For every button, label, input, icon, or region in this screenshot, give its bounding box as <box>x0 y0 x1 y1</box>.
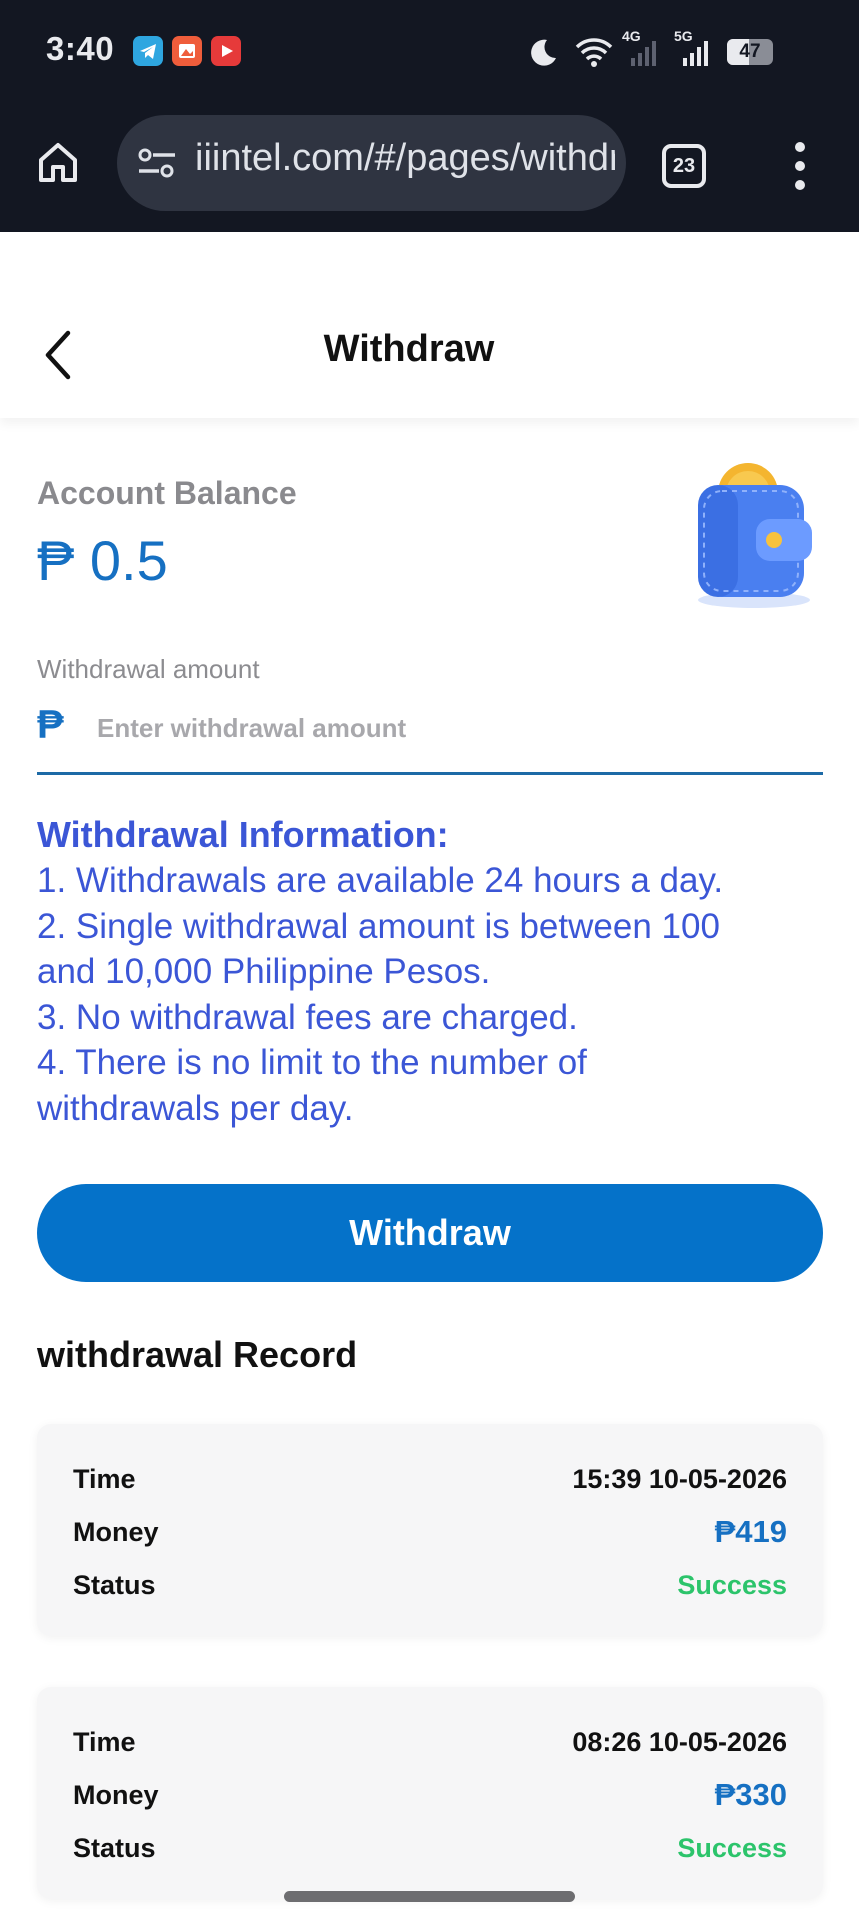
clock: 3:40 <box>46 30 115 67</box>
home-indicator[interactable] <box>284 1891 575 1902</box>
withdrawal-info: Withdrawal Information: 1. Withdrawals a… <box>37 812 827 1131</box>
wallet-icon <box>698 463 812 608</box>
record-key-money: Money <box>73 1780 159 1810</box>
input-underline <box>37 772 823 775</box>
withdrawal-amount-label: Withdrawal amount <box>37 654 260 684</box>
record-row-time: Time 08:26 10-05-2026 <box>73 1727 787 1767</box>
record-status-value: Success <box>677 1833 787 1863</box>
puzzle-app-icon <box>172 36 202 66</box>
balance-label: Account Balance <box>37 475 297 511</box>
battery-icon: 47 <box>727 39 773 65</box>
record-row-money: Money ₱419 <box>73 1514 787 1557</box>
info-line: 4. There is no limit to the number of <box>37 1043 587 1082</box>
info-line: and 10,000 Philippine Pesos. <box>37 952 491 991</box>
home-icon[interactable] <box>36 140 80 184</box>
address-bar[interactable]: iiintel.com/#/pages/withdraw <box>117 115 626 211</box>
record-key-money: Money <box>73 1517 159 1547</box>
withdrawal-record-title: withdrawal Record <box>37 1334 358 1375</box>
page-header: Withdraw <box>0 232 859 418</box>
tab-switcher-button[interactable]: 23 <box>662 144 706 188</box>
record-card: Time 08:26 10-05-2026 Money ₱330 Status … <box>37 1687 823 1899</box>
site-settings-icon[interactable] <box>137 147 177 179</box>
record-key-status: Status <box>73 1570 156 1600</box>
system-icons: 4G 5G 47 <box>519 28 819 70</box>
do-not-disturb-moon-icon <box>531 39 556 66</box>
telegram-icon <box>133 36 163 66</box>
url-text[interactable]: iiintel.com/#/pages/withdraw <box>195 137 615 180</box>
withdrawal-amount-input[interactable] <box>97 708 797 748</box>
record-money-value: ₱419 <box>714 1514 787 1549</box>
info-line: 3. No withdrawal fees are charged. <box>37 997 578 1037</box>
page-title: Withdraw <box>323 328 495 370</box>
browser-menu-icon[interactable] <box>790 142 810 190</box>
withdraw-button[interactable]: Withdraw <box>37 1184 823 1282</box>
currency-symbol: ₱ <box>37 703 64 747</box>
info-line: withdrawals per day. <box>37 1088 354 1128</box>
record-money-value: ₱330 <box>714 1777 787 1812</box>
info-line: 2. Single withdrawal amount is between 1… <box>37 906 720 946</box>
record-key-time: Time <box>73 1464 136 1494</box>
record-key-time: Time <box>73 1727 136 1757</box>
record-time-value: 08:26 10-05-2026 <box>572 1727 787 1757</box>
battery-level: 47 <box>739 41 761 62</box>
record-time-value: 15:39 10-05-2026 <box>572 1464 787 1494</box>
signal-4g-icon <box>631 41 656 66</box>
signal-5g-icon <box>683 41 708 66</box>
browser-toolbar: iiintel.com/#/pages/withdraw 23 <box>0 100 859 232</box>
youtube-icon <box>211 36 241 66</box>
info-title: Withdrawal Information: <box>37 814 449 855</box>
wifi-icon <box>575 38 613 67</box>
record-row-money: Money ₱330 <box>73 1777 787 1820</box>
browser-chrome: 3:40 4G 5G 47 iiintel.com/#/pages/withd … <box>0 0 859 232</box>
record-row-status: Status Success <box>73 1833 787 1873</box>
status-bar: 3:40 4G 5G 47 <box>0 0 859 100</box>
record-key-status: Status <box>73 1833 156 1863</box>
record-row-status: Status Success <box>73 1570 787 1610</box>
balance-value: ₱ 0.5 <box>37 529 168 592</box>
record-card: Time 15:39 10-05-2026 Money ₱419 Status … <box>37 1424 823 1636</box>
record-row-time: Time 15:39 10-05-2026 <box>73 1464 787 1504</box>
info-line: 1. Withdrawals are available 24 hours a … <box>37 861 724 900</box>
record-status-value: Success <box>677 1570 787 1600</box>
